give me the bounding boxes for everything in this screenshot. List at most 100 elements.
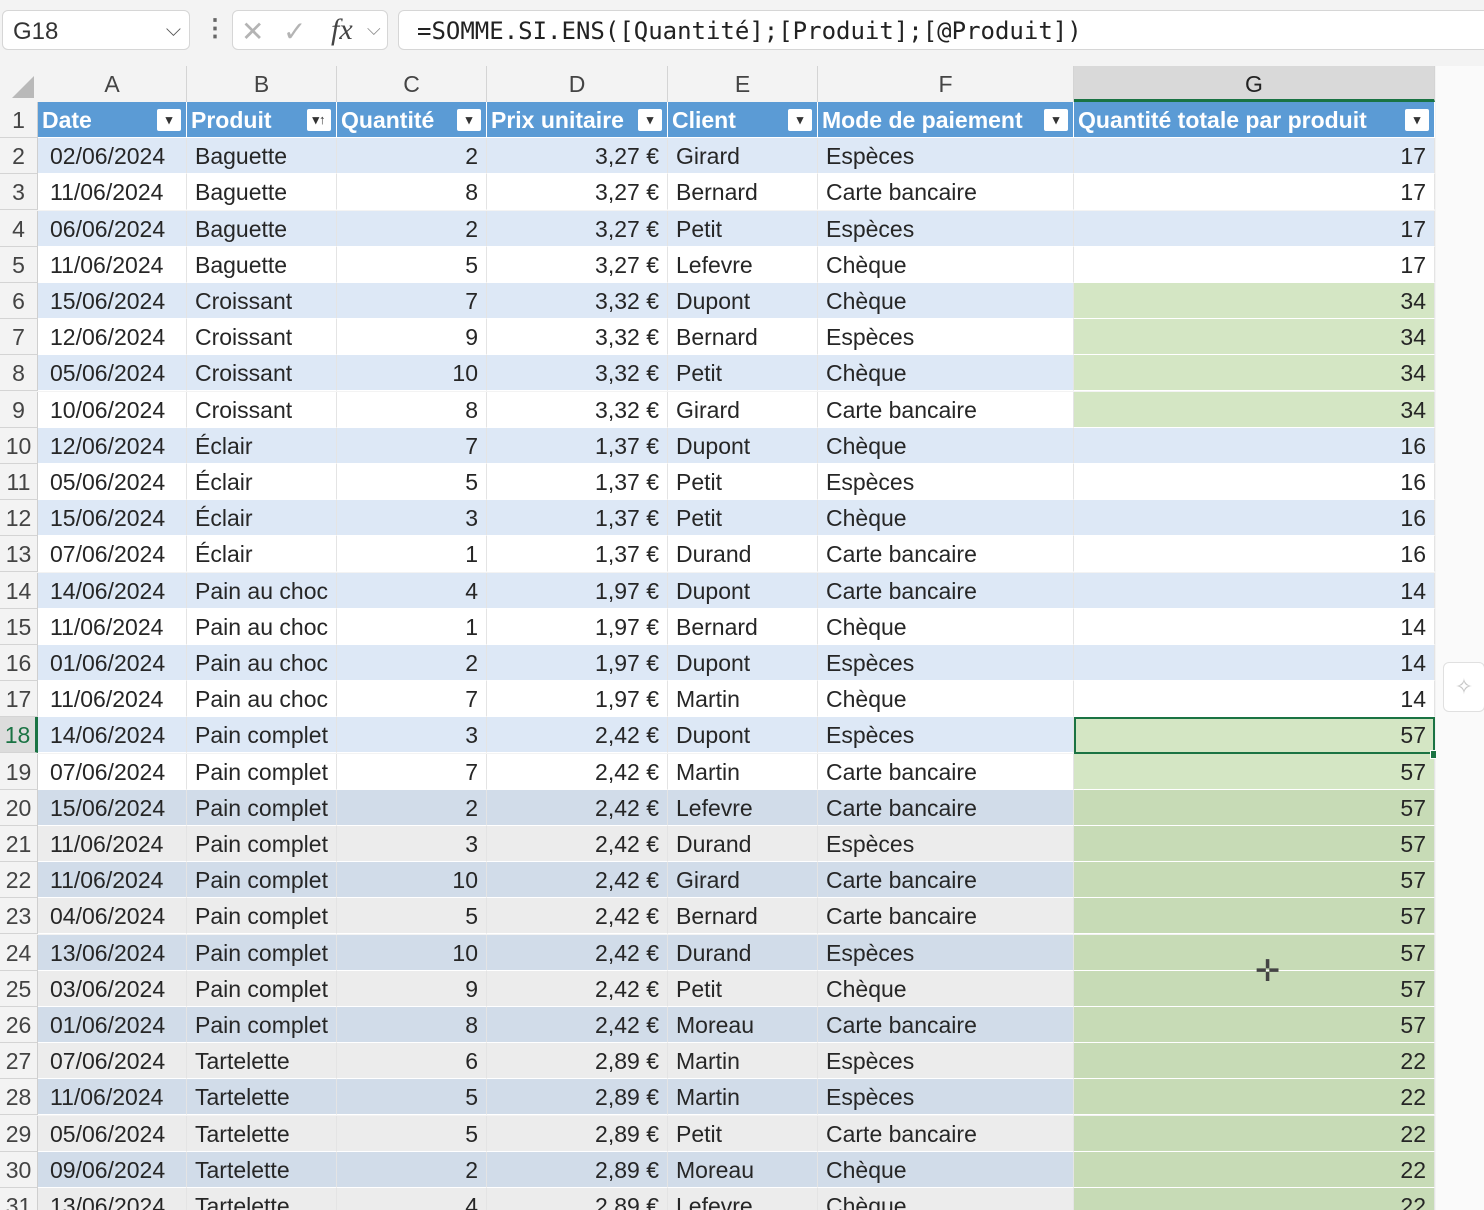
table-cell[interactable]: 14/06/2024: [38, 572, 187, 609]
row-header-7[interactable]: 7: [0, 319, 38, 356]
table-cell[interactable]: 14: [1074, 681, 1435, 718]
table-cell[interactable]: 34: [1074, 319, 1435, 356]
table-cell[interactable]: 2,42 €: [487, 826, 668, 862]
table-cell[interactable]: 1,97 €: [487, 572, 668, 609]
table-cell[interactable]: Petit: [668, 355, 818, 392]
table-cell[interactable]: 3,32 €: [487, 391, 668, 428]
table-cell[interactable]: 57: [1074, 1007, 1435, 1043]
table-cell[interactable]: 05/06/2024: [38, 464, 187, 500]
table-cell[interactable]: 11/06/2024: [38, 174, 187, 211]
table-cell[interactable]: 07/06/2024: [38, 1043, 187, 1080]
table-cell[interactable]: Pain complet: [187, 717, 337, 754]
table-cell[interactable]: 2: [337, 138, 487, 175]
table-cell[interactable]: 10: [337, 355, 487, 392]
filter-dropdown-icon[interactable]: ▾: [638, 109, 662, 131]
table-cell[interactable]: Tartelette: [187, 1151, 337, 1188]
table-cell[interactable]: Éclair: [187, 500, 337, 537]
table-cell[interactable]: 57: [1074, 898, 1435, 935]
table-cell[interactable]: Croissant: [187, 391, 337, 428]
table-cell[interactable]: 2: [337, 210, 487, 247]
table-cell[interactable]: 15/06/2024: [38, 500, 187, 537]
row-header-17[interactable]: 17: [0, 681, 38, 718]
row-header-9[interactable]: 9: [0, 391, 38, 428]
filter-dropdown-icon[interactable]: ▾: [1405, 109, 1429, 131]
row-header-18[interactable]: 18: [0, 717, 38, 754]
table-cell[interactable]: Chèque: [818, 246, 1074, 283]
table-cell[interactable]: 2,42 €: [487, 970, 668, 1007]
table-cell[interactable]: Moreau: [668, 1007, 818, 1043]
table-cell[interactable]: Dupont: [668, 283, 818, 319]
table-cell[interactable]: 16: [1074, 464, 1435, 500]
table-cell[interactable]: 5: [337, 1079, 487, 1116]
table-cell[interactable]: 16: [1074, 500, 1435, 537]
table-cell[interactable]: 2: [337, 1151, 487, 1188]
table-cell[interactable]: Girard: [668, 862, 818, 899]
table-cell[interactable]: Pain complet: [187, 1007, 337, 1043]
table-header-5[interactable]: Mode de paiement ▾: [818, 102, 1074, 138]
table-cell[interactable]: 34: [1074, 355, 1435, 392]
column-header-g[interactable]: G: [1074, 66, 1435, 102]
table-cell[interactable]: Pain complet: [187, 862, 337, 899]
table-cell[interactable]: Carte bancaire: [818, 862, 1074, 899]
table-cell[interactable]: Chèque: [818, 500, 1074, 537]
filter-dropdown-icon[interactable]: ▾: [1044, 109, 1068, 131]
table-cell[interactable]: Baguette: [187, 138, 337, 175]
table-cell[interactable]: Petit: [668, 500, 818, 537]
table-cell[interactable]: 2: [337, 789, 487, 826]
table-cell[interactable]: 11/06/2024: [38, 1079, 187, 1116]
table-cell[interactable]: 16: [1074, 427, 1435, 464]
table-cell[interactable]: 1: [337, 536, 487, 573]
table-cell[interactable]: Lefevre: [668, 789, 818, 826]
table-cell[interactable]: 10: [337, 934, 487, 971]
table-cell[interactable]: 2,42 €: [487, 934, 668, 971]
table-cell[interactable]: 57: [1074, 753, 1435, 790]
table-cell[interactable]: Carte bancaire: [818, 789, 1074, 826]
row-header-8[interactable]: 8: [0, 355, 38, 392]
table-cell[interactable]: Espèces: [818, 934, 1074, 971]
row-header-24[interactable]: 24: [0, 934, 38, 971]
table-cell[interactable]: Durand: [668, 536, 818, 573]
table-cell[interactable]: Carte bancaire: [818, 898, 1074, 935]
table-cell[interactable]: 11/06/2024: [38, 246, 187, 283]
table-cell[interactable]: 1,37 €: [487, 464, 668, 500]
row-header-14[interactable]: 14: [0, 572, 38, 609]
table-cell[interactable]: 17: [1074, 210, 1435, 247]
table-cell[interactable]: 14: [1074, 608, 1435, 645]
table-cell[interactable]: Espèces: [818, 138, 1074, 175]
table-cell[interactable]: Carte bancaire: [818, 1007, 1074, 1043]
row-header-19[interactable]: 19: [0, 753, 38, 790]
quick-analysis-icon[interactable]: ✧: [1443, 662, 1484, 712]
table-cell[interactable]: 8: [337, 1007, 487, 1043]
table-cell[interactable]: Bernard: [668, 898, 818, 935]
filter-dropdown-icon[interactable]: ▾: [457, 109, 481, 131]
table-cell[interactable]: 8: [337, 174, 487, 211]
table-cell[interactable]: Tartelette: [187, 1188, 337, 1210]
row-header-1[interactable]: 1: [0, 102, 38, 138]
table-cell[interactable]: 2,89 €: [487, 1115, 668, 1152]
table-cell[interactable]: 14: [1074, 572, 1435, 609]
table-cell[interactable]: 7: [337, 753, 487, 790]
table-cell[interactable]: 1,37 €: [487, 500, 668, 537]
row-header-21[interactable]: 21: [0, 826, 38, 862]
table-cell[interactable]: Bernard: [668, 174, 818, 211]
name-box[interactable]: G18 ⌵: [2, 10, 190, 50]
table-cell[interactable]: 3,32 €: [487, 283, 668, 319]
table-cell[interactable]: Pain complet: [187, 970, 337, 1007]
table-cell[interactable]: Baguette: [187, 246, 337, 283]
table-cell[interactable]: Carte bancaire: [818, 753, 1074, 790]
table-cell[interactable]: Durand: [668, 934, 818, 971]
table-cell[interactable]: Pain complet: [187, 934, 337, 971]
table-cell[interactable]: 22: [1074, 1115, 1435, 1152]
table-cell[interactable]: Dupont: [668, 427, 818, 464]
table-cell[interactable]: 34: [1074, 391, 1435, 428]
table-cell[interactable]: Pain complet: [187, 753, 337, 790]
table-cell[interactable]: 02/06/2024: [38, 138, 187, 175]
table-cell[interactable]: 2,42 €: [487, 1007, 668, 1043]
table-cell[interactable]: 6: [337, 1043, 487, 1080]
table-cell[interactable]: Chèque: [818, 1151, 1074, 1188]
table-cell[interactable]: 05/06/2024: [38, 1115, 187, 1152]
table-cell[interactable]: Chèque: [818, 283, 1074, 319]
chevron-down-icon[interactable]: ⌵: [166, 19, 181, 42]
row-header-23[interactable]: 23: [0, 898, 38, 935]
row-header-25[interactable]: 25: [0, 970, 38, 1007]
